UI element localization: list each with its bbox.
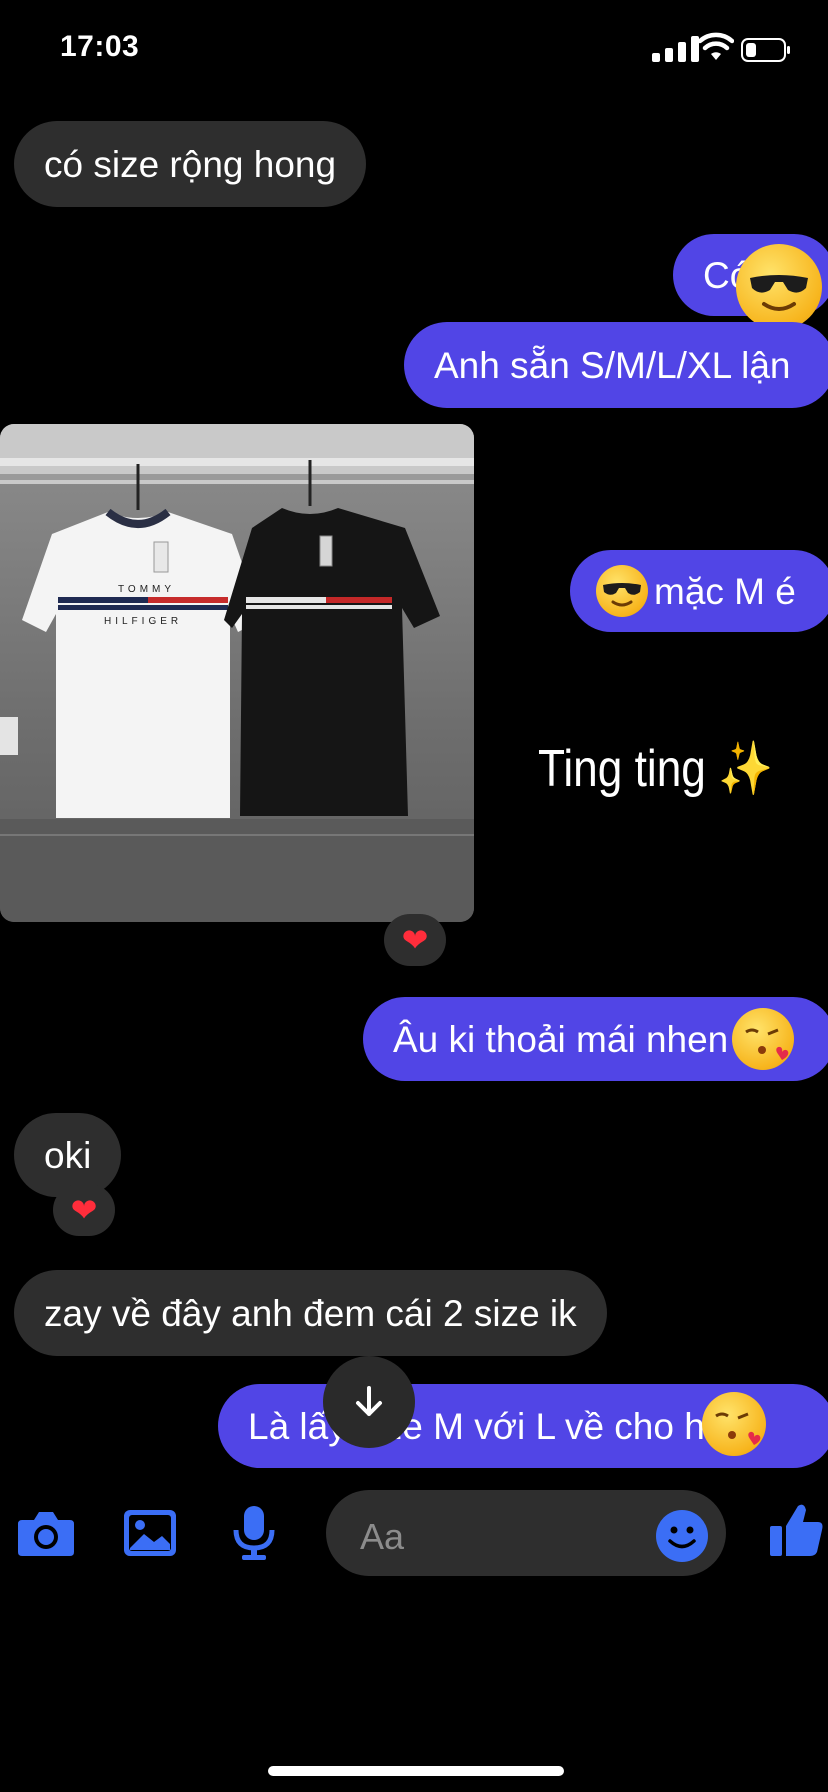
- scroll-down-button[interactable]: [323, 1356, 415, 1448]
- battery-icon: [741, 38, 790, 62]
- message-incoming[interactable]: oki: [14, 1113, 122, 1197]
- image-icon[interactable]: [122, 1508, 178, 1558]
- message-text: Anh sẵn S/M/L/XL lận: [434, 344, 791, 386]
- message-text: mặc M é: [654, 570, 796, 612]
- heart-icon: ❤: [401, 922, 429, 958]
- brand-text: HILFIGER: [104, 616, 183, 627]
- sunglasses-emoji-icon: [736, 244, 822, 330]
- heart-icon: ❤: [70, 1192, 98, 1228]
- message-text: oki: [44, 1134, 92, 1176]
- message-outgoing[interactable]: Anh sẵn S/M/L/XL lận: [404, 322, 828, 408]
- message-outgoing[interactable]: mặc M é: [570, 550, 828, 632]
- home-indicator[interactable]: [268, 1766, 564, 1776]
- message-text: Âu ki thoải mái nhen: [393, 1018, 729, 1060]
- message-input-placeholder: Aa: [360, 1516, 405, 1557]
- shirt-photo[interactable]: TOMMY HILFIGER: [0, 424, 474, 922]
- message-text: zay về đây anh đem cái 2 size ik: [44, 1292, 577, 1334]
- message-incoming[interactable]: zay về đây anh đem cái 2 size ik: [14, 1270, 607, 1356]
- thumbs-up-icon[interactable]: [768, 1500, 824, 1560]
- heart-reaction[interactable]: ❤: [384, 914, 446, 966]
- kiss-emoji-icon: [732, 1008, 795, 1070]
- message-outgoing[interactable]: Âu ki thoải mái nhen: [363, 997, 828, 1081]
- sunglasses-emoji-icon: [596, 565, 648, 617]
- message-text: có size rộng hong: [44, 143, 337, 185]
- message-text: Là lấy size M với L về cho hẻ: [248, 1405, 726, 1447]
- signal-icon: [652, 36, 699, 62]
- arrow-down-icon: [356, 1386, 382, 1416]
- heart-reaction[interactable]: ❤: [53, 1184, 115, 1236]
- emoji-icon[interactable]: [654, 1508, 710, 1564]
- overlay-caption: Ting ting ✨: [538, 740, 774, 798]
- wifi-icon: [698, 32, 734, 60]
- kiss-emoji-icon: [702, 1392, 766, 1456]
- camera-icon[interactable]: [16, 1506, 76, 1558]
- microphone-icon[interactable]: [230, 1504, 278, 1562]
- status-time: 17:03: [60, 30, 140, 63]
- message-incoming[interactable]: có size rộng hong: [14, 121, 367, 207]
- brand-text: TOMMY: [118, 584, 176, 595]
